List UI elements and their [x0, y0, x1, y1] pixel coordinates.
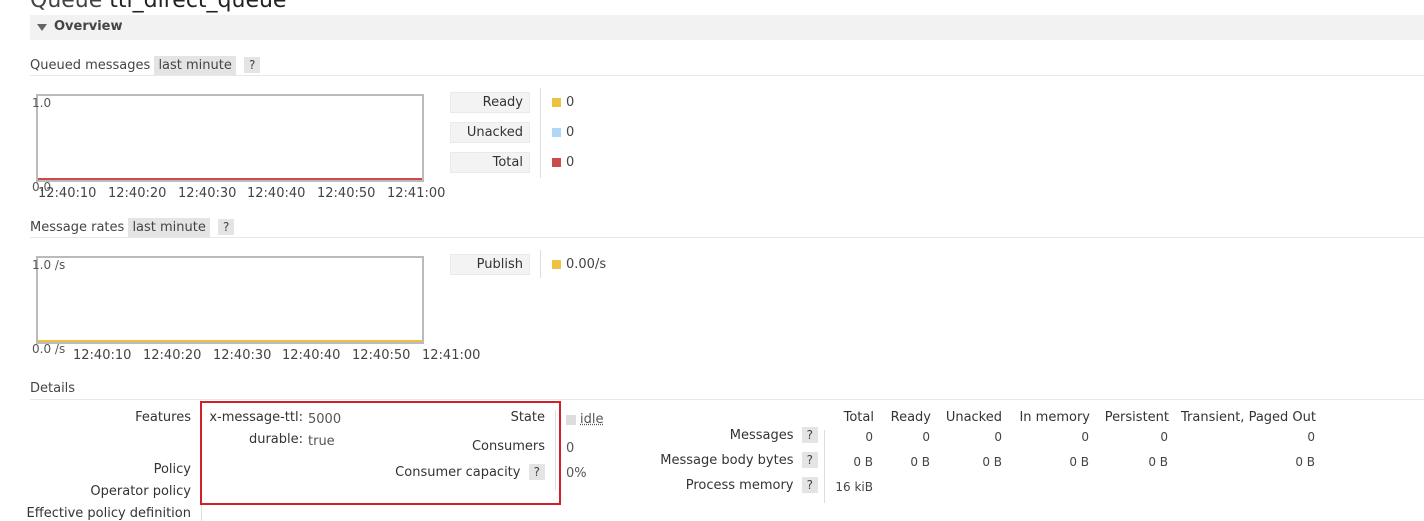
queued-x-tick: 12:40:30 [178, 186, 237, 201]
features-label: Features [135, 410, 191, 425]
legend-unacked-label: Unacked [450, 122, 530, 143]
collapse-triangle-icon [37, 24, 47, 31]
stats-row-label: Message body bytes ? [660, 452, 818, 468]
divider [30, 75, 1424, 76]
feature-value: 5000 [308, 412, 342, 427]
bytes-ready: 0 B [910, 455, 930, 469]
queued-range-selector[interactable]: last minute [154, 56, 236, 75]
rates-x-tick: 12:40:50 [352, 348, 411, 363]
queued-x-tick: 12:40:10 [38, 186, 97, 201]
queued-y-max: 1.0 [32, 96, 52, 110]
col-header-ready: Ready [890, 410, 931, 425]
consumer-capacity-text: Consumer capacity [395, 465, 521, 480]
unacked-swatch [552, 128, 561, 137]
feature-value: true [308, 434, 335, 449]
queued-x-tick: 12:41:00 [387, 186, 446, 201]
legend-ready-label: Ready [450, 92, 530, 113]
process-memory-label: Process memory [685, 478, 794, 493]
rates-y-min: 0.0 /s [32, 342, 66, 356]
messages-transient: 0 [1307, 430, 1315, 444]
consumers-value: 0 [566, 441, 575, 456]
bytes-unacked: 0 B [982, 455, 1002, 469]
queued-help-button[interactable]: ? [244, 57, 261, 73]
col-header-unacked: Unacked [945, 410, 1002, 425]
overview-label: Overview [54, 19, 123, 34]
process-memory-value: 16 kiB [835, 480, 873, 494]
col-header-transient: Transient, Paged Out [1181, 410, 1316, 425]
col-header-total: Total [843, 410, 874, 425]
message-rates-chart [36, 256, 424, 344]
publish-swatch [552, 260, 561, 269]
legend-divider [540, 250, 541, 278]
consumer-capacity-value: 0% [566, 466, 587, 481]
consumers-label: Consumers [471, 439, 545, 454]
effective-policy-label: Effective policy definition [26, 506, 191, 521]
rates-x-tick: 12:40:30 [213, 348, 272, 363]
column-divider [824, 430, 825, 503]
feature-key: durable: [248, 432, 303, 447]
rates-x-tick: 12:41:00 [422, 348, 481, 363]
idle-state-icon [566, 415, 576, 425]
capacity-help-button[interactable]: ? [528, 464, 545, 480]
process-memory-help-button[interactable]: ? [801, 477, 818, 493]
publish-value: 0.00/s [566, 257, 607, 272]
message-body-bytes-label: Message body bytes [660, 453, 794, 468]
total-swatch [552, 158, 561, 167]
total-value: 0 [566, 155, 575, 170]
messages-ready: 0 [922, 430, 930, 444]
message-rates-header: Message rates last minute ? [30, 218, 235, 237]
stats-row-label: Process memory ? [686, 477, 818, 493]
rates-range-selector[interactable]: last minute [128, 218, 210, 237]
rates-x-tick: 12:40:40 [282, 348, 341, 363]
queued-messages-header: Queued messages last minute ? [30, 56, 261, 75]
divider [30, 237, 1424, 238]
queued-messages-title: Queued messages [30, 58, 151, 73]
col-header-persistent: Persistent [1104, 410, 1169, 425]
legend-divider [540, 88, 541, 178]
bytes-transient: 0 B [1295, 455, 1315, 469]
messages-total: 0 [865, 430, 873, 444]
queued-x-tick: 12:40:40 [247, 186, 306, 201]
feature-key: x-message-ttl: [209, 410, 303, 425]
unacked-value: 0 [566, 125, 575, 140]
state-value: idle [580, 412, 604, 427]
rates-x-tick: 12:40:20 [143, 348, 202, 363]
queued-x-tick: 12:40:20 [108, 186, 167, 201]
overview-section-toggle[interactable]: Overview [30, 15, 1424, 40]
page-title-prefix: Queue [30, 0, 103, 13]
publish-series-line [38, 340, 422, 342]
ready-value: 0 [566, 95, 575, 110]
col-header-in-memory: In memory [1019, 410, 1090, 425]
ready-swatch [552, 98, 561, 107]
rates-help-button[interactable]: ? [218, 219, 235, 235]
state-label: State [510, 410, 545, 425]
queued-messages-chart [36, 94, 424, 182]
bytes-persistent: 0 B [1148, 455, 1168, 469]
messages-label: Messages [729, 428, 794, 443]
operator-policy-label: Operator policy [90, 484, 191, 499]
queue-name: ttl_direct_queue [109, 0, 287, 13]
consumer-capacity-label: Consumer capacity ? [395, 464, 545, 480]
legend-publish-label: Publish [450, 254, 530, 275]
page-title: Queue ttl_direct_queue [30, 0, 286, 13]
column-divider [201, 505, 202, 521]
rates-x-tick: 12:40:10 [73, 348, 132, 363]
messages-persistent: 0 [1160, 430, 1168, 444]
bytes-total: 0 B [853, 455, 873, 469]
column-divider [555, 410, 556, 490]
messages-unacked: 0 [994, 430, 1002, 444]
body-bytes-help-button[interactable]: ? [801, 452, 818, 468]
bytes-in-memory: 0 B [1069, 455, 1089, 469]
policy-label: Policy [153, 462, 191, 477]
queued-x-tick: 12:40:50 [317, 186, 376, 201]
legend-total-label: Total [450, 152, 530, 173]
total-series-line [38, 178, 422, 180]
rates-y-max: 1.0 /s [32, 258, 66, 272]
messages-help-button[interactable]: ? [801, 427, 818, 443]
message-rates-title: Message rates [30, 220, 125, 235]
stats-row-label: Messages ? [730, 427, 818, 443]
details-title: Details [30, 381, 76, 396]
divider [30, 399, 1424, 400]
messages-in-memory: 0 [1081, 430, 1089, 444]
